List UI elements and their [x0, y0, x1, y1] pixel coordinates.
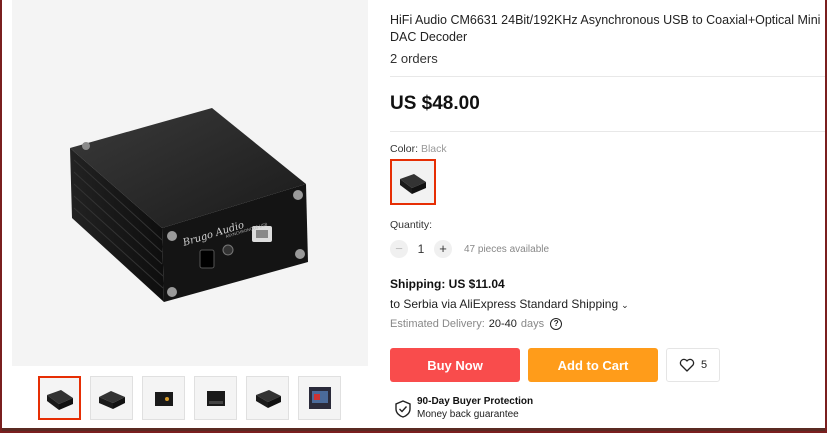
delivery-days: 20-40 [488, 318, 517, 330]
estimated-delivery: Estimated Delivery: 20-40 days ? [390, 318, 822, 330]
thumbnail-image [308, 387, 331, 409]
thumbnail-image [206, 391, 225, 406]
quantity-value[interactable]: 1 [408, 242, 434, 256]
swatch-image [400, 174, 426, 194]
thumbnail-4[interactable] [194, 376, 237, 420]
product-gallery: Brugo Audio ASYNCHRONOUS USB [12, 0, 368, 433]
quantity-decrease-button[interactable]: − [390, 240, 408, 258]
add-to-cart-button[interactable]: Add to Cart [528, 348, 658, 382]
buyer-protection-text: 90-Day Buyer Protection Money back guara… [417, 396, 533, 420]
thumbnail-5[interactable] [246, 376, 289, 420]
thumbnail-1[interactable] [38, 376, 81, 420]
color-swatch-black[interactable] [390, 159, 436, 205]
divider [390, 76, 827, 77]
thumbnail-image [46, 390, 73, 410]
buyer-protection: 90-Day Buyer Protection Money back guara… [395, 396, 822, 420]
heart-icon [679, 358, 695, 372]
shield-check-icon [395, 400, 411, 418]
quantity-label: Quantity: [390, 219, 433, 231]
product-price: US $48.00 [390, 93, 480, 114]
quantity-stepper: − 1 + 47 pieces available [390, 240, 822, 258]
thumbnail-6[interactable] [298, 376, 341, 420]
buyer-protection-subtitle: Money back guarantee [417, 409, 519, 420]
order-count: 2 orders [390, 51, 438, 66]
delivery-unit: days [520, 318, 545, 330]
shipping-destination[interactable]: to Serbia via AliExpress Standard Shippi… [390, 297, 822, 311]
thumbnail-image [154, 392, 173, 406]
thumbnail-3[interactable] [142, 376, 185, 420]
thumbnail-2[interactable] [90, 376, 133, 420]
color-selected-value: Black [420, 143, 447, 155]
buyer-protection-title: 90-Day Buyer Protection [417, 396, 534, 407]
pieces-available: 47 pieces available [464, 243, 550, 255]
product-title: HiFi Audio CM6631 24Bit/192KHz Asynchron… [390, 13, 821, 44]
color-label: Color: Black [390, 143, 822, 155]
shipping-cost: Shipping: US $11.04 [390, 277, 505, 291]
taskbar-strip [0, 428, 827, 433]
action-bar: Buy Now Add to Cart 5 [390, 348, 822, 382]
wishlist-count: 5 [700, 359, 708, 371]
chevron-down-icon: ⌄ [621, 300, 629, 310]
buy-now-button[interactable]: Buy Now [390, 348, 520, 382]
thumbnail-strip [38, 376, 341, 420]
main-product-image[interactable]: Brugo Audio ASYNCHRONOUS USB [12, 0, 368, 366]
divider [390, 131, 827, 132]
thumbnail-image [255, 390, 281, 408]
dac-box-image: Brugo Audio ASYNCHRONOUS USB [12, 0, 368, 366]
help-icon[interactable]: ? [550, 318, 563, 330]
thumbnail-image [98, 391, 125, 409]
quantity-increase-button[interactable]: + [434, 240, 452, 258]
product-details: HiFi Audio CM6631 24Bit/192KHz Asynchron… [390, 12, 827, 420]
wishlist-button[interactable]: 5 [666, 348, 720, 382]
shipping-destination-text: to Serbia via AliExpress Standard Shippi… [390, 297, 619, 311]
delivery-label: Estimated Delivery: [390, 318, 485, 330]
color-label-text: Color: [390, 143, 419, 155]
